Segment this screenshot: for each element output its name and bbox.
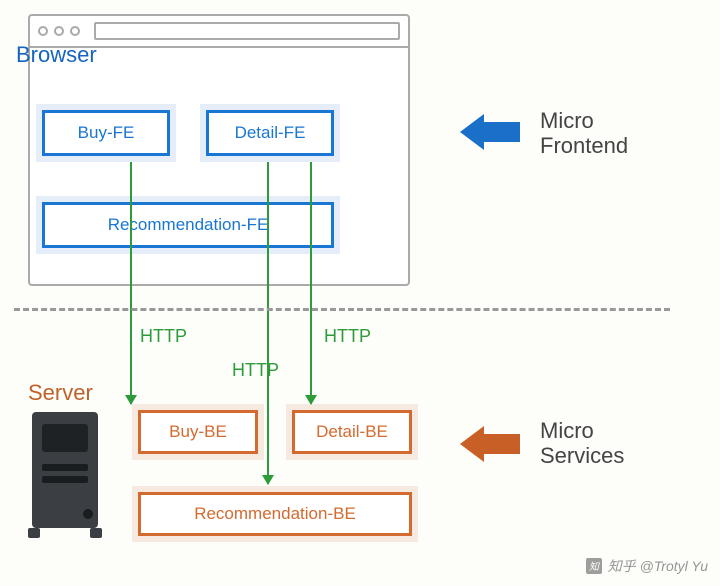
detail-backend-box: Detail-BE: [292, 410, 412, 454]
window-dot-icon: [70, 26, 80, 36]
http-arrow-icon: [310, 162, 312, 404]
http-label: HTTP: [140, 326, 187, 347]
micro-services-label-line2: Services: [540, 443, 624, 468]
zhihu-icon: 知: [586, 558, 602, 574]
divider-line: [14, 308, 670, 311]
http-arrow-icon: [130, 162, 132, 404]
http-label: HTTP: [324, 326, 371, 347]
recommendation-frontend-box: Recommendation-FE: [42, 202, 334, 248]
server-title: Server: [28, 380, 93, 406]
watermark: 知 知乎 @Trotyl Yu: [586, 556, 708, 576]
watermark-text: 知乎 @Trotyl Yu: [608, 556, 708, 576]
micro-frontend-label: Micro Frontend: [540, 108, 628, 159]
server-tower-icon: [28, 410, 108, 540]
buy-backend-box: Buy-BE: [138, 410, 258, 454]
window-dot-icon: [38, 26, 48, 36]
url-bar: [94, 22, 400, 40]
recommendation-backend-box: Recommendation-BE: [138, 492, 412, 536]
http-label: HTTP: [232, 360, 279, 381]
svg-text:知: 知: [589, 561, 600, 573]
browser-title: Browser: [16, 42, 97, 68]
window-dot-icon: [54, 26, 64, 36]
buy-frontend-box: Buy-FE: [42, 110, 170, 156]
http-arrow-icon: [267, 162, 269, 484]
window-controls: [38, 26, 80, 36]
micro-frontend-label-line2: Frontend: [540, 133, 628, 158]
arrow-left-icon: [460, 426, 520, 462]
micro-frontend-label-line1: Micro: [540, 108, 594, 133]
micro-services-label-line1: Micro: [540, 418, 594, 443]
micro-services-label: Micro Services: [540, 418, 624, 469]
detail-frontend-box: Detail-FE: [206, 110, 334, 156]
arrow-left-icon: [460, 114, 520, 150]
